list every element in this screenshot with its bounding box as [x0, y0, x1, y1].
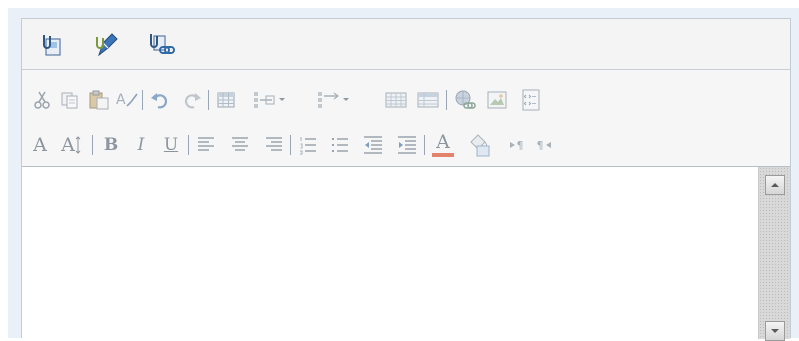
rich-text-editor: A A A B I U A ¶ ¶ [21, 18, 791, 341]
insert-table-icon[interactable] [214, 88, 238, 112]
cut-icon[interactable] [30, 88, 54, 112]
svg-text:A: A [116, 92, 126, 108]
increase-font-size-button[interactable]: A [56, 132, 86, 158]
insert-row-dropdown-icon[interactable] [250, 88, 290, 112]
scroll-up-arrow-icon[interactable] [765, 175, 785, 195]
right-to-left-icon[interactable]: ¶ [532, 132, 556, 158]
highlight-color-icon[interactable] [464, 130, 492, 160]
paste-icon[interactable] [86, 88, 112, 112]
numbered-list-icon[interactable] [296, 132, 320, 158]
redo-icon[interactable] [180, 88, 204, 112]
formatting-toolbar: A A A B I U A ¶ ¶ [22, 70, 790, 167]
toolbar-separator [290, 135, 291, 155]
toolbar-separator [446, 90, 447, 110]
vertical-scrollbar[interactable] [758, 167, 790, 341]
left-to-right-icon[interactable]: ¶ [504, 132, 528, 158]
insert-attachment-icon[interactable] [38, 29, 68, 59]
increase-font-size-label: A [61, 134, 75, 156]
source-view-icon[interactable] [518, 86, 544, 114]
align-center-icon[interactable] [228, 132, 252, 158]
bulleted-list-icon[interactable] [328, 132, 352, 158]
align-right-icon[interactable] [262, 132, 286, 158]
rtl-marker: ¶ [536, 138, 544, 152]
undo-icon[interactable] [148, 88, 172, 112]
align-left-icon[interactable] [194, 132, 218, 158]
table-properties-icon[interactable] [414, 88, 442, 112]
insert-image-icon[interactable] [484, 88, 510, 112]
font-color-label: A [436, 131, 450, 153]
attach-link-icon[interactable] [146, 29, 178, 59]
underline-button[interactable]: U [160, 132, 182, 158]
editor-content-area[interactable] [22, 167, 758, 339]
toolbar-separator [92, 135, 93, 155]
font-color-button[interactable]: A [430, 130, 456, 160]
font-color-bar [432, 153, 454, 157]
ltr-marker: ¶ [516, 138, 524, 152]
edit-hyperlink-icon[interactable] [92, 29, 122, 59]
toolbar-separator [424, 135, 425, 155]
ltr-arrow-icon [509, 142, 515, 148]
italic-button[interactable]: I [130, 132, 152, 158]
insert-web-link-icon[interactable] [452, 88, 478, 112]
spelling-icon[interactable]: A [114, 88, 140, 112]
insert-column-dropdown-icon[interactable] [314, 88, 354, 112]
font-size-arrows-icon [75, 136, 81, 154]
increase-indent-icon[interactable] [394, 132, 420, 158]
table-grid-icon[interactable] [382, 88, 410, 112]
toolbar-separator [208, 90, 209, 110]
copy-icon[interactable] [58, 88, 82, 112]
decrease-font-size-button[interactable]: A [30, 132, 50, 158]
bold-button[interactable]: B [100, 132, 122, 158]
decrease-indent-icon[interactable] [360, 132, 386, 158]
rtl-arrow-icon [545, 142, 551, 148]
toolbar-separator [142, 90, 143, 110]
toolbar-separator [188, 135, 189, 155]
scroll-down-arrow-icon[interactable] [765, 321, 785, 341]
insert-toolbar [22, 19, 790, 70]
